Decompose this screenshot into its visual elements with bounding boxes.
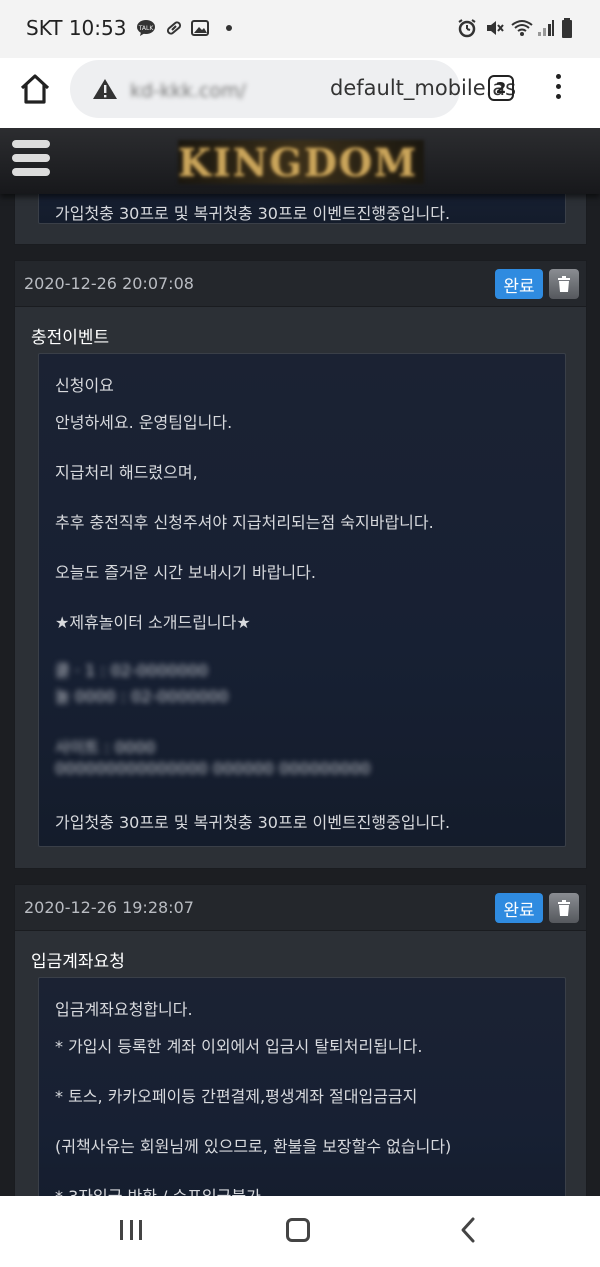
svg-text:TALK: TALK: [138, 25, 155, 32]
card-date: 2020-12-26 19:28:07: [24, 898, 194, 917]
more-menu-icon[interactable]: [552, 74, 564, 104]
blurred-line: 클 · 1 : 02-0000000: [55, 661, 209, 680]
answer-line: 오늘도 즐거운 시간 보내시기 바랍니다.: [55, 563, 316, 582]
home-icon[interactable]: [18, 72, 54, 108]
pill-icon: [164, 16, 184, 40]
card-date: 2020-12-26 20:07:08: [24, 274, 194, 293]
back-icon[interactable]: [458, 1216, 478, 1244]
warning-icon[interactable]: [92, 78, 118, 100]
url-domain: kd-kkk.com/: [130, 80, 246, 102]
answer-box: 신청이요 안녕하세요. 운영팀입니다. 지급처리 해드렸으며, 추후 충전직후 …: [38, 353, 566, 847]
mute-icon: [484, 16, 506, 40]
tab-switcher-button[interactable]: 2: [488, 75, 514, 101]
answer-line: 가입첫충 30프로 및 복귀첫충 30프로 이벤트진행중입니다.: [55, 813, 451, 832]
card-title: 입금계좌요청: [31, 952, 125, 972]
done-button[interactable]: 완료: [495, 269, 543, 299]
nav-home-icon[interactable]: [286, 1218, 310, 1242]
inquiry-card: 2020-12-26 19:28:07 완료 입금계좌요청 입금계좌요청합니다.…: [14, 884, 587, 1196]
status-bar: SKT 10:53 TALK: [0, 0, 600, 58]
answer-line: 안녕하세요. 운영팀입니다.: [55, 413, 233, 432]
alarm-icon: [456, 16, 478, 40]
answer-box: 입금계좌요청합니다. * 가입시 등록한 계좌 이외에서 입금시 탈퇴처리됩니다…: [38, 977, 566, 1196]
trash-icon[interactable]: [549, 893, 579, 923]
kakaotalk-icon: TALK: [136, 16, 156, 40]
answer-line: 가입첫충 30프로 및 복귀첫충 30프로 이벤트진행중입니다.: [55, 204, 451, 223]
answer-line: * 3자입금 반환 / 수표입금불가: [55, 1183, 261, 1196]
request-text: 입금계좌요청합니다.: [55, 1000, 193, 1019]
system-nav-bar: [0, 1196, 600, 1267]
answer-line: * 토스, 카카오페이등 간편결제,평생계좌 절대입금금지: [55, 1087, 418, 1106]
dot-icon: [224, 16, 234, 40]
signal-icon: [536, 16, 556, 40]
trash-icon[interactable]: [549, 269, 579, 299]
card-header: 2020-12-26 19:28:07 완료: [15, 885, 586, 931]
answer-line: * 가입시 등록한 계좌 이외에서 입금시 탈퇴처리됩니다.: [55, 1037, 423, 1056]
answer-line: ★제휴놀이터 소개드립니다★: [55, 613, 251, 632]
web-page: KINGDOM 가입첫충 30프로 및 복귀첫충 30프로 이벤트진행중입니다.…: [0, 128, 600, 1196]
inquiry-card: 2020-12-26 20:07:08 완료 충전이벤트 신청이요 안녕하세요.…: [14, 260, 587, 869]
site-header: KINGDOM: [0, 128, 600, 194]
battery-icon: [560, 16, 574, 40]
blurred-line: 놀 0000 : 02-0000000: [55, 687, 229, 706]
wifi-icon: [510, 16, 534, 40]
answer-line: 추후 충전직후 신청주셔야 지급처리되는점 숙지바랍니다.: [55, 513, 434, 532]
address-bar[interactable]: kd-kkk.com/ default_mobile.as: [70, 60, 516, 118]
card-title: 충전이벤트: [31, 328, 110, 348]
card-header: 2020-12-26 20:07:08 완료: [15, 261, 586, 307]
blurred-line: 사이트 : 0000: [55, 738, 156, 757]
request-text: 신청이요: [55, 376, 114, 395]
image-icon: [190, 16, 210, 40]
blurred-line: 000000000000000 000000 000000000: [55, 759, 371, 778]
recent-apps-icon[interactable]: [120, 1220, 142, 1240]
browser-toolbar: kd-kkk.com/ default_mobile.as 2: [0, 58, 600, 128]
status-time: SKT 10:53: [26, 16, 127, 40]
done-button[interactable]: 완료: [495, 893, 543, 923]
answer-line: (귀책사유는 회원님께 있으므로, 환불을 보장할수 없습니다): [55, 1137, 452, 1156]
answer-line: 지급처리 해드렸으며,: [55, 463, 198, 482]
site-logo[interactable]: KINGDOM: [178, 140, 424, 185]
hamburger-menu-icon[interactable]: [12, 140, 50, 180]
